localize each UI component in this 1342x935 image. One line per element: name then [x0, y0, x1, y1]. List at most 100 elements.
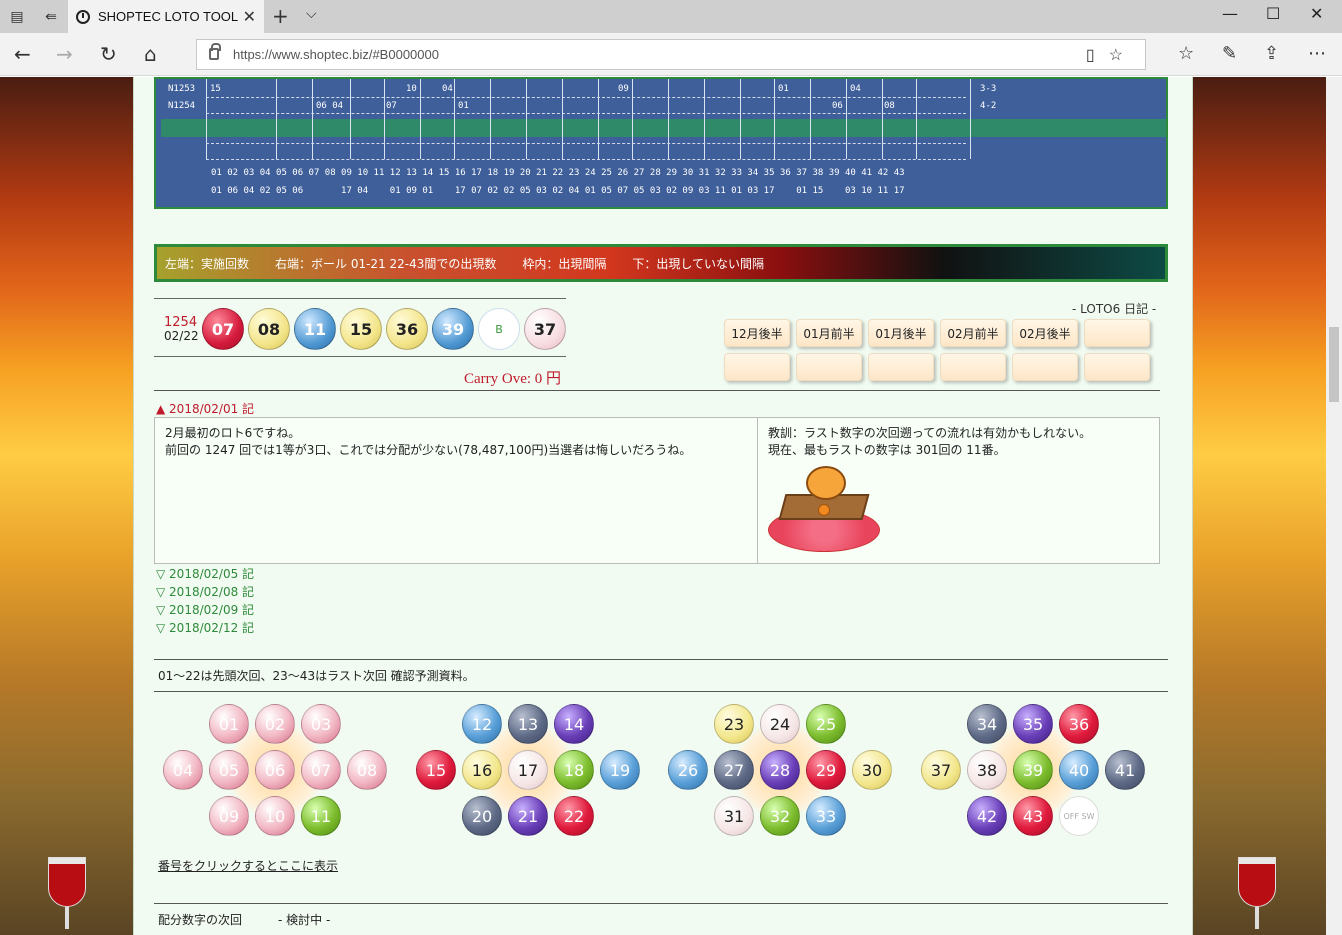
- home-icon[interactable]: ⌂: [144, 42, 157, 66]
- off-switch-button[interactable]: OFF SW: [1059, 796, 1099, 836]
- number-ball[interactable]: 21: [508, 796, 548, 836]
- number-ball[interactable]: 33: [806, 796, 846, 836]
- wine-glass-left: [48, 857, 86, 929]
- diary-button[interactable]: 02月後半: [1012, 319, 1078, 347]
- legend-left: 左端：実施回数: [165, 256, 250, 271]
- diary-button[interactable]: [1084, 319, 1150, 347]
- draw-number: 1254: [164, 315, 198, 330]
- previous-entry-link[interactable]: ▽ 2018/02/08 記: [156, 583, 254, 600]
- diary-button[interactable]: [796, 353, 862, 381]
- number-ball[interactable]: 31: [714, 796, 754, 836]
- diary-button[interactable]: [868, 353, 934, 381]
- number-ball[interactable]: 34: [967, 704, 1007, 744]
- tab-bar: ▤ ⇚ SHOPTEC LOTO TOOL ✕ + ⌵ — ☐ ✕: [0, 0, 1342, 33]
- number-ball[interactable]: 27: [714, 750, 754, 790]
- entry-right-line: 教訓：ラスト数字の次回遡っての流れは有効かもしれない。: [768, 426, 1092, 440]
- diary-button[interactable]: 01月前半: [796, 319, 862, 347]
- number-ball[interactable]: 22: [554, 796, 594, 836]
- number-ball[interactable]: 02: [255, 704, 295, 744]
- forward-icon[interactable]: →: [56, 42, 73, 66]
- diary-button[interactable]: [1084, 353, 1150, 381]
- back-icon[interactable]: ←: [14, 42, 31, 66]
- new-tab-icon[interactable]: +: [272, 4, 289, 28]
- number-ball[interactable]: 13: [508, 704, 548, 744]
- diary-button[interactable]: [1012, 353, 1078, 381]
- legend-right: 右端：ボール 01-21 22-43間での出現数: [275, 256, 497, 271]
- number-ball[interactable]: 18: [554, 750, 594, 790]
- legend-bottom: 下：出現していない間隔: [632, 256, 765, 271]
- number-ball[interactable]: 32: [760, 796, 800, 836]
- number-ball[interactable]: 17: [508, 750, 548, 790]
- minimize-icon[interactable]: —: [1222, 4, 1238, 23]
- number-ball[interactable]: 15: [416, 750, 456, 790]
- url-field[interactable]: https://www.shoptec.biz/#B0000000 ▯☆: [196, 39, 1146, 70]
- number-ball[interactable]: 42: [967, 796, 1007, 836]
- number-ball[interactable]: 30: [852, 750, 892, 790]
- number-ball[interactable]: 11: [301, 796, 341, 836]
- browser-tab[interactable]: SHOPTEC LOTO TOOL ✕: [68, 0, 264, 33]
- close-window-icon[interactable]: ✕: [1310, 4, 1323, 23]
- maximize-icon[interactable]: ☐: [1266, 4, 1280, 23]
- diary-button[interactable]: 12月後半: [724, 319, 790, 347]
- grid-cell: 09: [618, 84, 629, 94]
- number-ball[interactable]: 06: [255, 750, 295, 790]
- bonus-ball: 37: [524, 308, 566, 350]
- set-aside-tabs-icon[interactable]: ⇚: [34, 0, 68, 33]
- entry-right-line: 現在、最もラストの数字は 301回の 11番。: [768, 443, 1006, 457]
- previous-entry-link[interactable]: ▽ 2018/02/09 記: [156, 601, 254, 618]
- number-ball[interactable]: 19: [600, 750, 640, 790]
- reading-view-favorite-icons[interactable]: ▯☆: [1086, 45, 1137, 65]
- number-ball[interactable]: 38: [967, 750, 1007, 790]
- entry-toggle[interactable]: ▲ 2018/02/01 記: [156, 400, 254, 417]
- diary-button[interactable]: [724, 353, 790, 381]
- tiger-kotatsu-illustration: [768, 464, 884, 556]
- grid-row-label: N1253: [168, 84, 196, 94]
- close-tab-icon[interactable]: ✕: [243, 7, 256, 27]
- number-ball[interactable]: 20: [462, 796, 502, 836]
- share-icon[interactable]: ⇪: [1264, 43, 1279, 64]
- number-ball[interactable]: 43: [1013, 796, 1053, 836]
- number-ball[interactable]: 39: [1013, 750, 1053, 790]
- number-ball[interactable]: 25: [806, 704, 846, 744]
- chevron-down-icon[interactable]: ⌵: [306, 6, 317, 22]
- refresh-icon[interactable]: ↻: [100, 42, 117, 66]
- number-ball[interactable]: 05: [209, 750, 249, 790]
- favorites-icon[interactable]: ☆: [1178, 43, 1194, 64]
- carry-over: Carry Ove: 0 円: [464, 371, 562, 387]
- number-ball[interactable]: 09: [209, 796, 249, 836]
- number-ball[interactable]: 29: [806, 750, 846, 790]
- number-ball[interactable]: 14: [554, 704, 594, 744]
- number-ball[interactable]: 35: [1013, 704, 1053, 744]
- number-ball[interactable]: 08: [347, 750, 387, 790]
- number-ball[interactable]: 01: [209, 704, 249, 744]
- more-icon[interactable]: ⋯: [1308, 43, 1326, 64]
- number-ball[interactable]: 24: [760, 704, 800, 744]
- number-ball[interactable]: 41: [1105, 750, 1145, 790]
- number-ball[interactable]: 10: [255, 796, 295, 836]
- number-ball[interactable]: 23: [714, 704, 754, 744]
- tab-list-icon[interactable]: ▤: [0, 0, 34, 33]
- number-ball[interactable]: 26: [668, 750, 708, 790]
- number-ball[interactable]: 07: [301, 750, 341, 790]
- grid-cell: 10: [406, 84, 417, 94]
- number-ball[interactable]: 28: [760, 750, 800, 790]
- number-ball[interactable]: 36: [1059, 704, 1099, 744]
- diary-button[interactable]: [940, 353, 1006, 381]
- number-ball[interactable]: 37: [921, 750, 961, 790]
- scrollbar[interactable]: [1326, 77, 1342, 935]
- number-ball[interactable]: 16: [462, 750, 502, 790]
- number-ball[interactable]: 03: [301, 704, 341, 744]
- number-ball[interactable]: 12: [462, 704, 502, 744]
- previous-entry-link[interactable]: ▽ 2018/02/05 記: [156, 565, 254, 582]
- diary-button[interactable]: 01月後半: [868, 319, 934, 347]
- diary-button[interactable]: 02月前半: [940, 319, 1006, 347]
- number-ball[interactable]: 04: [163, 750, 203, 790]
- divider: [154, 903, 1168, 904]
- pen-icon[interactable]: ✎: [1222, 43, 1237, 64]
- footer-label: 配分数字の次回: [158, 913, 243, 927]
- divider: [154, 356, 566, 357]
- number-ball[interactable]: 40: [1059, 750, 1099, 790]
- lock-icon: [209, 43, 221, 60]
- previous-entry-link[interactable]: ▽ 2018/02/12 記: [156, 619, 254, 636]
- scrollbar-thumb[interactable]: [1329, 327, 1339, 402]
